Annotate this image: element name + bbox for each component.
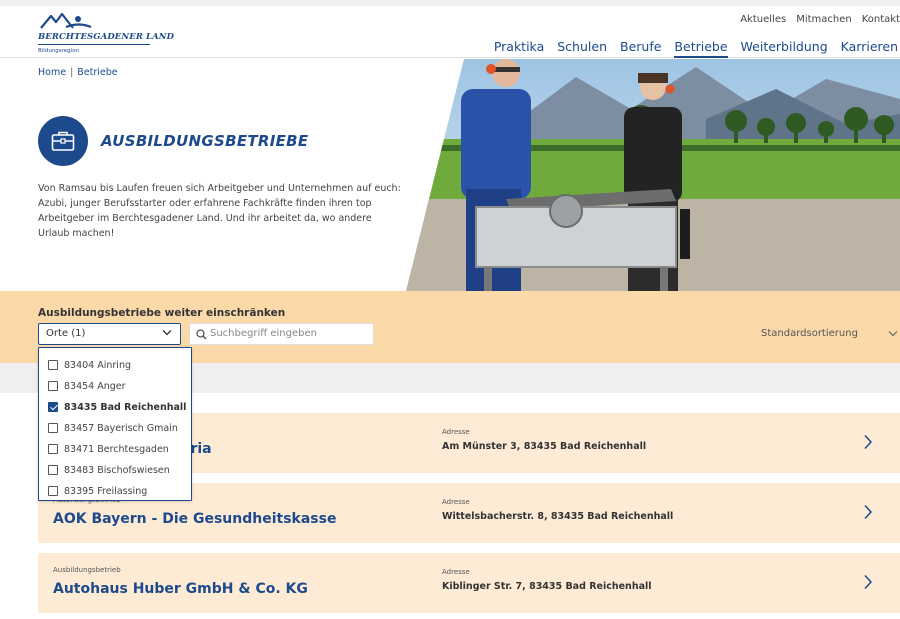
main-nav: Praktika Schulen Berufe Betriebe Weiterb… [494,39,898,58]
nav-praktika[interactable]: Praktika [494,39,544,58]
orte-option-ainring[interactable]: 83404 Ainring [48,358,131,372]
result-name[interactable]: AOK Bayern - Die Gesundheitskasse [53,511,336,527]
page-title: AUSBILDUNGSBETRIEBE [101,132,309,150]
site-header: BERCHTESGADENER LAND Bildungsregion Aktu… [0,6,900,58]
filter-label: Ausbildungsbetriebe weiter einschränken [38,307,286,319]
chevron-right-icon[interactable] [863,434,873,450]
orte-select[interactable]: Orte (1) [38,323,181,345]
address-label: Adresse [442,568,470,576]
breadcrumb-separator: | [70,67,74,78]
orte-option-freilassing[interactable]: 83395 Freilassing [48,484,147,498]
checkbox[interactable] [48,360,58,370]
orte-option-bayerisch-gmain[interactable]: 83457 Bayerisch Gmain [48,421,178,435]
option-label: 83457 Bayerisch Gmain [64,422,178,434]
briefcase-icon [51,131,75,151]
option-label: 83435 Bad Reichenhall [64,401,187,413]
result-name[interactable]: Autohaus Huber GmbH & Co. KG [53,581,308,597]
secondary-nav: Aktuelles Mitmachen Kontakt [740,14,900,25]
address-value: Kiblinger Str. 7, 83435 Bad Reichenhall [442,581,652,592]
orte-dropdown: 83404 Ainring 83454 Anger 83435 Bad Reic… [38,347,192,501]
address-value: Am Münster 3, 83435 Bad Reichenhall [442,441,647,452]
orte-option-bad-reichenhall[interactable]: 83435 Bad Reichenhall [48,400,186,414]
orte-option-berchtesgaden[interactable]: 83471 Berchtesgaden [48,442,169,456]
breadcrumb: Home | Betriebe [38,67,118,78]
search-input[interactable]: Suchbegriff eingeben [189,323,374,345]
checkbox[interactable] [48,486,58,496]
hero-photo [406,59,900,291]
sort-chevron-down-icon[interactable] [888,330,898,338]
checkbox-checked[interactable] [48,402,58,412]
checkbox[interactable] [48,381,58,391]
nav-mitmachen[interactable]: Mitmachen [796,14,852,25]
nav-berufe[interactable]: Berufe [620,39,661,58]
checkbox[interactable] [48,465,58,475]
option-label: 83404 Ainring [64,359,131,371]
nav-betriebe[interactable]: Betriebe [674,39,728,58]
hero-section: Home | Betriebe AUSBILDUNGSBETRIEBE Von Ra… [0,59,900,291]
option-label: 83395 Freilassing [64,485,148,497]
site-logo[interactable]: BERCHTESGADENER LAND Bildungsregion [38,11,174,57]
checkbox[interactable] [48,444,58,454]
nav-karrieren[interactable]: Karrieren [841,39,898,58]
address-value: Wittelsbacherstr. 8, 83435 Bad Reichenha… [442,511,674,522]
hero-description: Von Ramsau bis Laufen freuen sich Arbeit… [38,183,401,239]
result-card[interactable]: Ausbildungsbetrieb Autohaus Huber GmbH &… [38,553,900,613]
mountain-logo-icon [40,12,92,29]
nav-weiterbildung[interactable]: Weiterbildung [741,39,828,58]
option-label: 83471 Berchtesgaden [64,443,169,455]
orte-select-value: Orte (1) [46,328,86,339]
hero-icon-circle [38,116,88,166]
nav-kontakt[interactable]: Kontakt [862,14,900,25]
orte-option-anger[interactable]: 83454 Anger [48,379,126,393]
chevron-down-icon [162,330,172,336]
logo-subtitle: Bildungsregion [38,48,80,54]
breadcrumb-betriebe[interactable]: Betriebe [77,67,117,78]
checkbox[interactable] [48,423,58,433]
option-label: 83483 Bischofswiesen [64,464,170,476]
search-icon [196,329,207,340]
logo-divider [38,44,150,45]
breadcrumb-home[interactable]: Home [38,67,66,78]
chevron-right-icon[interactable] [863,574,873,590]
result-type: Ausbildungsbetrieb [53,566,121,574]
nav-aktuelles[interactable]: Aktuelles [740,14,786,25]
logo-title: BERCHTESGADENER LAND [38,32,175,42]
address-label: Adresse [442,498,470,506]
sort-select[interactable]: Standardsortierung [761,328,858,339]
search-placeholder: Suchbegriff eingeben [210,328,317,339]
orte-option-bischofswiesen[interactable]: 83483 Bischofswiesen [48,463,170,477]
address-label: Adresse [442,428,470,436]
chevron-right-icon[interactable] [863,504,873,520]
option-label: 83454 Anger [64,380,126,392]
nav-schulen[interactable]: Schulen [557,39,607,58]
